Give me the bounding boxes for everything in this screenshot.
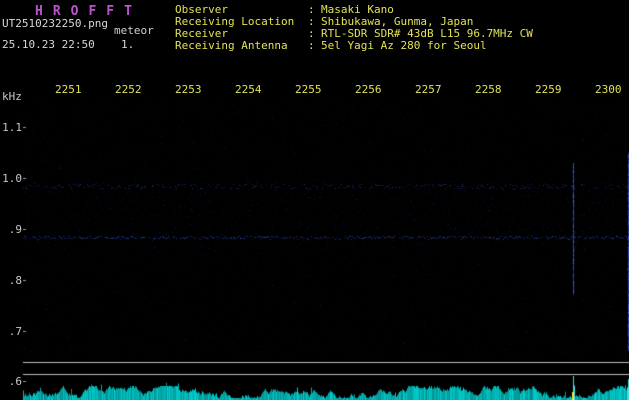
mode-label: meteor <box>114 24 154 37</box>
freq-axis-unit: kHz <box>2 90 22 103</box>
time-tick-2253: 2253 <box>175 83 202 96</box>
time-tick-2258: 2258 <box>475 83 502 96</box>
freq-tick-0-9: .9 <box>8 223 22 236</box>
echo-count-label: 1. <box>121 38 135 51</box>
time-tick-2300: 2300 <box>595 83 622 96</box>
time-tick-2255: 2255 <box>295 83 322 96</box>
time-tick-2256: 2256 <box>355 83 382 96</box>
output-filename: UT2510232250.png <box>2 17 108 30</box>
freq-tick-0-7: .7 <box>8 325 22 338</box>
info-label: Receiving Antenna <box>175 39 288 52</box>
info-value: 5el Yagi Az 280 for Seoul <box>321 39 487 52</box>
freq-tick-0-6: .6 <box>8 375 22 388</box>
time-tick-2257: 2257 <box>415 83 442 96</box>
info-colon: : <box>308 39 315 52</box>
freq-tick-1-1: 1.1 <box>2 121 22 134</box>
time-tick-2259: 2259 <box>535 83 562 96</box>
freq-tick-1-0: 1.0 <box>2 172 22 185</box>
hrofft-output-screen: HROFFT UT2510232250.png meteor 25.10.23 … <box>0 0 629 400</box>
freq-tick-0-8: .8 <box>8 274 22 287</box>
datetime-label: 25.10.23 22:50 <box>2 38 95 51</box>
time-tick-2254: 2254 <box>235 83 262 96</box>
spectrogram-canvas <box>0 0 629 400</box>
station-info: Observer: Masaki Kano Receiving Location:… <box>175 4 533 52</box>
time-tick-2252: 2252 <box>115 83 142 96</box>
time-tick-2251: 2251 <box>55 83 82 96</box>
info-row-antenna: Receiving Antenna:5el Yagi Az 280 for Se… <box>175 40 533 52</box>
